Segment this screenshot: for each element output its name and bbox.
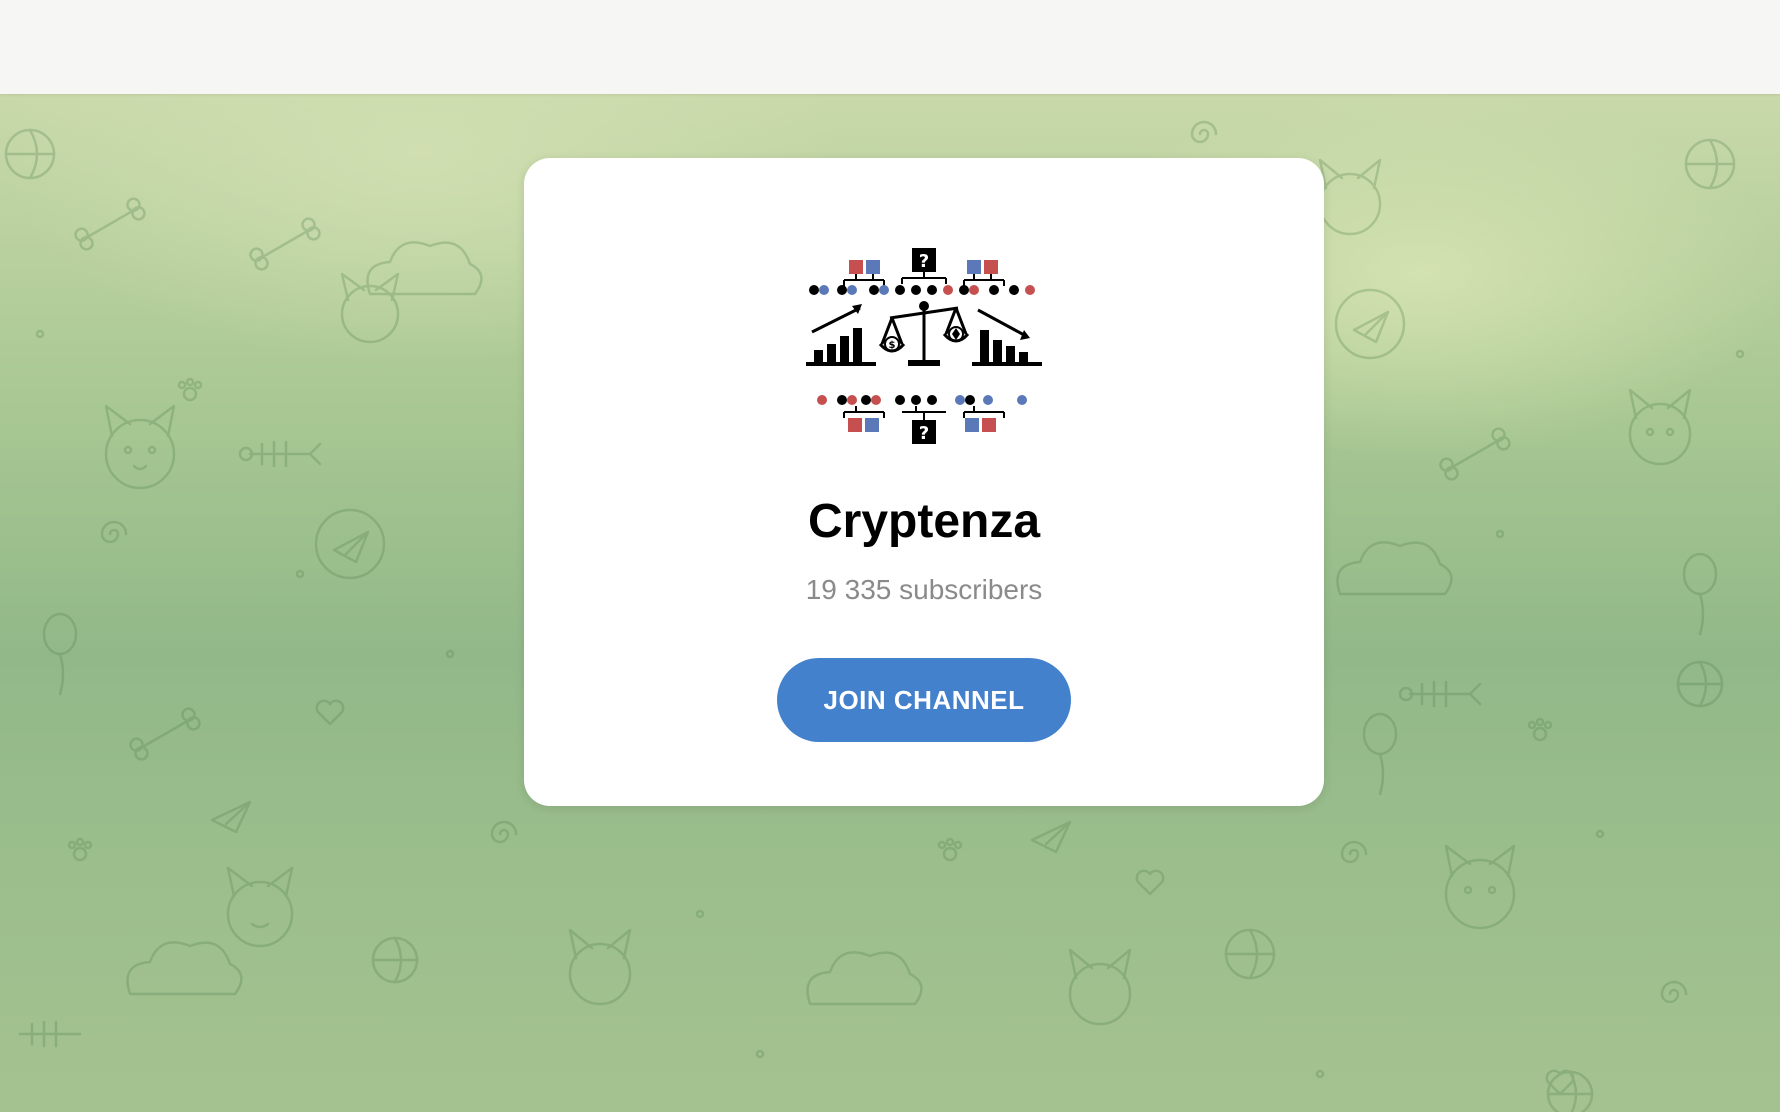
svg-text:$: $ — [889, 340, 896, 351]
subscriber-count: 19 335 subscribers — [805, 574, 1043, 605]
top-bar — [0, 0, 1780, 94]
join-channel-button[interactable]: JOIN CHANNEL — [777, 658, 1071, 742]
svg-text:?: ? — [919, 423, 929, 444]
crypto-scales-logo-icon: ? $ ? — [806, 248, 1042, 444]
channel-card: ? $ ? Cryptenza 19 335 subscribers JOIN … — [524, 158, 1324, 806]
svg-text:?: ? — [919, 251, 929, 272]
channel-name: Cryptenza — [807, 495, 1041, 548]
